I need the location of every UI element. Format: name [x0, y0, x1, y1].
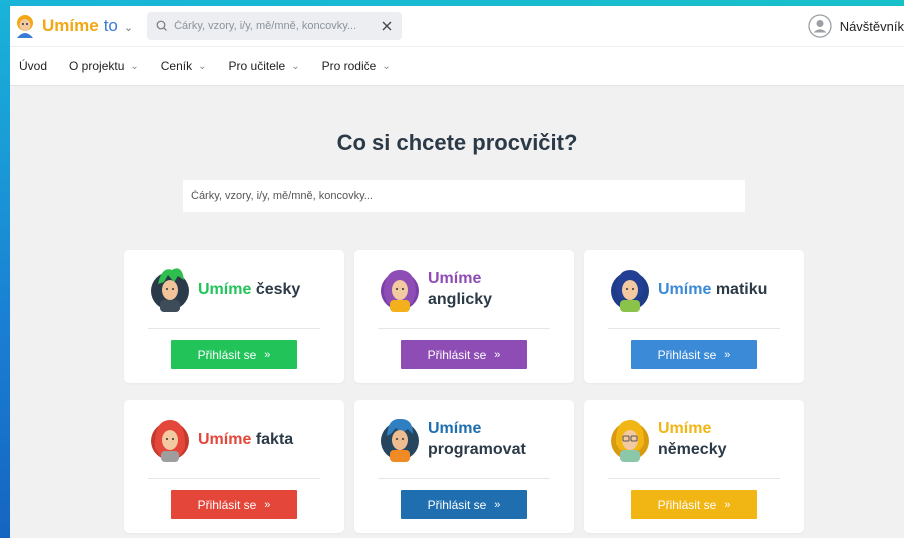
blonde-glasses-avatar-icon [611, 420, 649, 462]
button-label: Přihlásit se [427, 347, 487, 362]
chevron-down-icon: ⌄ [198, 60, 207, 72]
red-hair-avatar-icon [151, 420, 189, 462]
card-subject: česky [255, 280, 301, 298]
card-divider [608, 328, 780, 329]
login-button-nemecky[interactable]: Přihlásit se » [631, 490, 757, 519]
card-brand: Umíme [428, 270, 482, 287]
card-divider [608, 478, 780, 479]
nav-item-uvod[interactable]: Úvod [19, 59, 47, 73]
login-button-programovat[interactable]: Přihlásit se » [401, 490, 527, 519]
card-title: Umíme německy [658, 418, 727, 460]
nav-label: O projektu [69, 59, 125, 73]
purple-hair-avatar-icon [381, 270, 419, 312]
arrow-right-icon: » [264, 498, 271, 511]
browser-window: Umíme to ⌄ Návštěvník Úvo [10, 6, 904, 538]
card-divider [148, 478, 320, 479]
arrow-right-icon: » [264, 348, 271, 361]
close-icon[interactable] [380, 19, 394, 33]
nav-item-pro-rodice[interactable]: Pro rodiče ⌄ [322, 59, 391, 73]
button-label: Přihlásit se [657, 347, 717, 362]
card-subject: fakta [255, 430, 294, 448]
card-title: Umíme matiku [658, 279, 767, 300]
card-title: Umíme fakta [198, 429, 293, 450]
card-divider [378, 478, 550, 479]
logo-avatar-icon [17, 15, 33, 38]
card-subject: matiku [715, 280, 768, 298]
main-search-input[interactable] [183, 180, 745, 212]
user-avatar-icon [808, 14, 832, 38]
card-fakta: Umíme fakta Přihlásit se » [124, 400, 344, 533]
arrow-right-icon: » [494, 498, 501, 511]
blue-hair-boy-avatar-icon [381, 418, 419, 462]
arrow-right-icon: » [494, 348, 501, 361]
page-title: Co si chcete procvičit? [336, 130, 578, 155]
card-brand: Umíme [658, 280, 712, 298]
chevron-down-icon: ⌄ [382, 60, 391, 72]
card-programovat: Umíme programovat Přihlásit se » [354, 400, 574, 533]
nav-label: Úvod [19, 59, 48, 73]
logo-suffix: to [103, 16, 118, 35]
nav-label: Pro rodiče [321, 59, 377, 73]
logo-brand: Umíme [42, 16, 99, 35]
card-brand: Umíme [198, 430, 252, 448]
blue-hair-avatar-icon [611, 270, 649, 312]
card-divider [148, 328, 320, 329]
nav-item-o-projektu[interactable]: O projektu ⌄ [69, 59, 139, 73]
card-divider [378, 328, 550, 329]
login-button-matiku[interactable]: Přihlásit se » [631, 340, 757, 369]
top-bar: Umíme to ⌄ Návštěvník [10, 6, 904, 46]
user-menu[interactable]: Návštěvník [808, 6, 904, 46]
user-name: Návštěvník [839, 18, 904, 34]
logo[interactable]: Umíme to ⌄ [14, 6, 133, 46]
window-frame-left [0, 0, 10, 538]
card-brand: Umíme [658, 420, 712, 437]
arrow-right-icon: » [724, 348, 731, 361]
card-brand: Umíme [428, 420, 482, 437]
login-button-fakta[interactable]: Přihlásit se » [171, 490, 297, 519]
nav-label: Pro učitele [228, 59, 286, 73]
card-subject: anglicky [428, 291, 493, 308]
top-search-box [147, 12, 403, 40]
search-icon [156, 20, 168, 31]
arrow-right-icon: » [724, 498, 731, 511]
button-label: Přihlásit se [427, 497, 487, 512]
card-subject: programovat [428, 441, 526, 458]
top-search-input[interactable] [174, 20, 381, 32]
chevron-down-icon: ⌄ [291, 60, 300, 72]
card-subject: německy [658, 441, 727, 458]
green-hair-avatar-icon [151, 268, 189, 312]
login-button-anglicky[interactable]: Přihlásit se » [401, 340, 527, 369]
main-nav: Úvod O projektu ⌄ Ceník ⌄ Pro učitele ⌄ … [10, 46, 904, 86]
chevron-down-icon: ⌄ [123, 21, 134, 34]
card-brand: Umíme [198, 280, 252, 298]
card-title: Umíme programovat [428, 418, 526, 460]
login-button-cesky[interactable]: Přihlásit se » [171, 340, 297, 369]
card-title: Umíme česky [198, 279, 300, 300]
card-title: Umíme anglicky [428, 268, 492, 310]
nav-label: Ceník [160, 59, 193, 73]
button-label: Přihlásit se [197, 347, 257, 362]
button-label: Přihlásit se [657, 497, 717, 512]
nav-item-cenik[interactable]: Ceník ⌄ [161, 59, 207, 73]
button-label: Přihlásit se [197, 497, 257, 512]
card-anglicky: Umíme anglicky Přihlásit se » [354, 250, 574, 383]
card-nemecky: Umíme německy Přihlásit se » [584, 400, 804, 533]
nav-item-pro-ucitele[interactable]: Pro učitele ⌄ [229, 59, 300, 73]
chevron-down-icon: ⌄ [130, 60, 139, 72]
card-cesky: Umíme česky Přihlásit se » [124, 250, 344, 383]
card-matiku: Umíme matiku Přihlásit se » [584, 250, 804, 383]
